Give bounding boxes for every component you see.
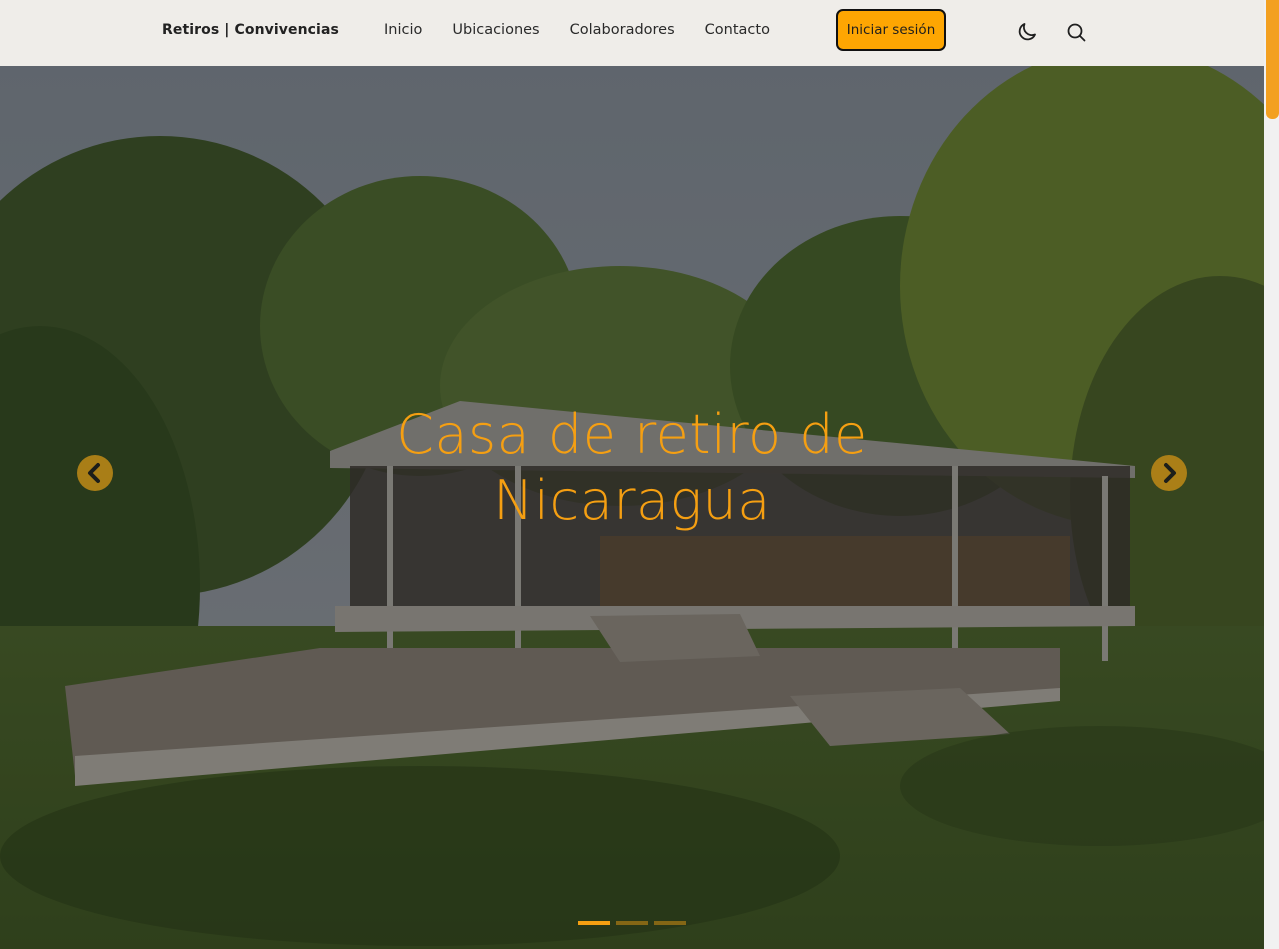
- carousel-indicator-1[interactable]: [578, 921, 610, 925]
- navbar: Retiros | Convivencias Inicio Ubicacione…: [0, 0, 1264, 66]
- nav-link-colaboradores[interactable]: Colaboradores: [570, 22, 675, 38]
- theme-toggle-button[interactable]: [1015, 20, 1039, 44]
- login-button[interactable]: Iniciar sesión: [836, 9, 946, 51]
- search-button[interactable]: [1064, 20, 1088, 44]
- chevron-right-icon: [1164, 463, 1176, 483]
- carousel-indicator-3[interactable]: [654, 921, 686, 925]
- hero-title: Casa de retiro de Nicaragua: [396, 403, 868, 532]
- scrollbar-thumb[interactable]: [1266, 0, 1279, 119]
- brand-logo[interactable]: Retiros | Convivencias: [162, 22, 339, 38]
- chevron-left-icon: [88, 463, 100, 483]
- page: Retiros | Convivencias Inicio Ubicacione…: [0, 0, 1279, 949]
- nav-link-inicio[interactable]: Inicio: [384, 22, 422, 38]
- carousel-next-button[interactable]: [1151, 455, 1187, 491]
- nav-link-ubicaciones[interactable]: Ubicaciones: [452, 22, 539, 38]
- carousel-indicators: [578, 921, 686, 925]
- page-scrollbar[interactable]: [1264, 0, 1279, 949]
- carousel-prev-button[interactable]: [77, 455, 113, 491]
- carousel-indicator-2[interactable]: [616, 921, 648, 925]
- search-icon: [1067, 23, 1086, 42]
- moon-icon: [1018, 23, 1036, 41]
- nav-link-contacto[interactable]: Contacto: [705, 22, 770, 38]
- main-nav: Inicio Ubicaciones Colaboradores Contact…: [384, 22, 800, 38]
- hero-carousel: Casa de retiro de Nicaragua: [0, 66, 1264, 949]
